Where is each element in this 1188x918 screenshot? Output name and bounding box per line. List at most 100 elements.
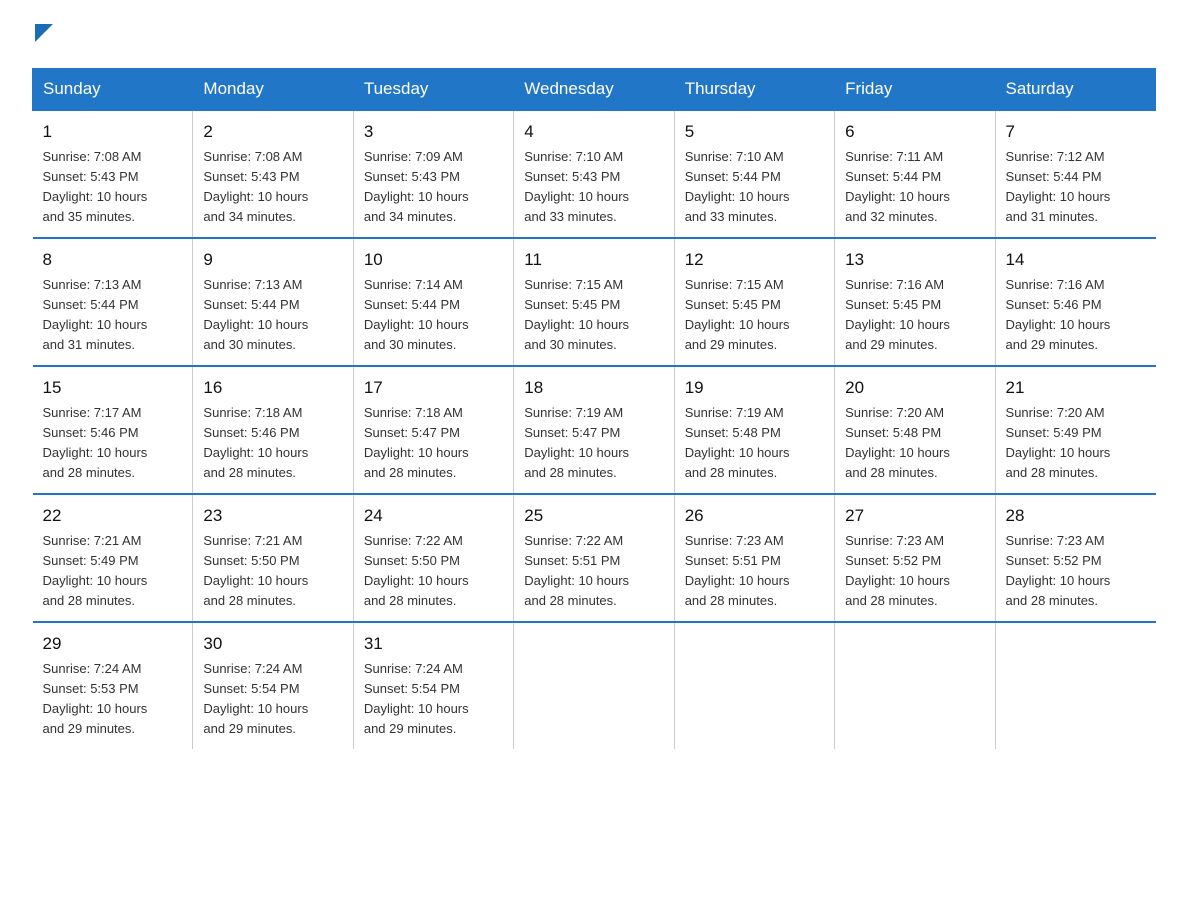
calendar-cell: 13Sunrise: 7:16 AMSunset: 5:45 PMDayligh… [835, 238, 995, 366]
day-info: Sunrise: 7:13 AMSunset: 5:44 PMDaylight:… [203, 275, 342, 356]
day-number: 25 [524, 503, 663, 529]
day-info: Sunrise: 7:11 AMSunset: 5:44 PMDaylight:… [845, 147, 984, 228]
header-thursday: Thursday [674, 69, 834, 111]
day-number: 13 [845, 247, 984, 273]
calendar-cell: 2Sunrise: 7:08 AMSunset: 5:43 PMDaylight… [193, 110, 353, 238]
day-info: Sunrise: 7:19 AMSunset: 5:47 PMDaylight:… [524, 403, 663, 484]
header-monday: Monday [193, 69, 353, 111]
calendar-cell: 24Sunrise: 7:22 AMSunset: 5:50 PMDayligh… [353, 494, 513, 622]
day-info: Sunrise: 7:23 AMSunset: 5:52 PMDaylight:… [845, 531, 984, 612]
day-info: Sunrise: 7:08 AMSunset: 5:43 PMDaylight:… [203, 147, 342, 228]
calendar-cell [514, 622, 674, 749]
calendar-cell: 17Sunrise: 7:18 AMSunset: 5:47 PMDayligh… [353, 366, 513, 494]
day-number: 26 [685, 503, 824, 529]
calendar-cell: 11Sunrise: 7:15 AMSunset: 5:45 PMDayligh… [514, 238, 674, 366]
header-tuesday: Tuesday [353, 69, 513, 111]
day-info: Sunrise: 7:24 AMSunset: 5:54 PMDaylight:… [203, 659, 342, 740]
day-info: Sunrise: 7:15 AMSunset: 5:45 PMDaylight:… [685, 275, 824, 356]
calendar-cell [835, 622, 995, 749]
day-info: Sunrise: 7:12 AMSunset: 5:44 PMDaylight:… [1006, 147, 1146, 228]
day-info: Sunrise: 7:24 AMSunset: 5:53 PMDaylight:… [43, 659, 183, 740]
header-wednesday: Wednesday [514, 69, 674, 111]
calendar-cell: 31Sunrise: 7:24 AMSunset: 5:54 PMDayligh… [353, 622, 513, 749]
header [32, 24, 1156, 48]
day-info: Sunrise: 7:17 AMSunset: 5:46 PMDaylight:… [43, 403, 183, 484]
day-info: Sunrise: 7:15 AMSunset: 5:45 PMDaylight:… [524, 275, 663, 356]
day-number: 17 [364, 375, 503, 401]
calendar-cell: 12Sunrise: 7:15 AMSunset: 5:45 PMDayligh… [674, 238, 834, 366]
day-info: Sunrise: 7:14 AMSunset: 5:44 PMDaylight:… [364, 275, 503, 356]
day-info: Sunrise: 7:13 AMSunset: 5:44 PMDaylight:… [43, 275, 183, 356]
week-row-1: 1Sunrise: 7:08 AMSunset: 5:43 PMDaylight… [33, 110, 1156, 238]
calendar-cell: 29Sunrise: 7:24 AMSunset: 5:53 PMDayligh… [33, 622, 193, 749]
day-number: 2 [203, 119, 342, 145]
calendar-table: SundayMondayTuesdayWednesdayThursdayFrid… [32, 68, 1156, 749]
calendar-cell: 8Sunrise: 7:13 AMSunset: 5:44 PMDaylight… [33, 238, 193, 366]
calendar-cell: 10Sunrise: 7:14 AMSunset: 5:44 PMDayligh… [353, 238, 513, 366]
day-info: Sunrise: 7:22 AMSunset: 5:51 PMDaylight:… [524, 531, 663, 612]
calendar-cell: 28Sunrise: 7:23 AMSunset: 5:52 PMDayligh… [995, 494, 1155, 622]
calendar-cell: 15Sunrise: 7:17 AMSunset: 5:46 PMDayligh… [33, 366, 193, 494]
day-number: 21 [1006, 375, 1146, 401]
day-number: 27 [845, 503, 984, 529]
day-number: 9 [203, 247, 342, 273]
day-number: 14 [1006, 247, 1146, 273]
day-info: Sunrise: 7:08 AMSunset: 5:43 PMDaylight:… [43, 147, 183, 228]
calendar-cell: 14Sunrise: 7:16 AMSunset: 5:46 PMDayligh… [995, 238, 1155, 366]
week-row-2: 8Sunrise: 7:13 AMSunset: 5:44 PMDaylight… [33, 238, 1156, 366]
day-number: 31 [364, 631, 503, 657]
day-number: 22 [43, 503, 183, 529]
day-info: Sunrise: 7:16 AMSunset: 5:45 PMDaylight:… [845, 275, 984, 356]
day-number: 15 [43, 375, 183, 401]
calendar-cell [674, 622, 834, 749]
day-number: 20 [845, 375, 984, 401]
day-number: 28 [1006, 503, 1146, 529]
calendar-header-row: SundayMondayTuesdayWednesdayThursdayFrid… [33, 69, 1156, 111]
calendar-cell: 7Sunrise: 7:12 AMSunset: 5:44 PMDaylight… [995, 110, 1155, 238]
day-number: 23 [203, 503, 342, 529]
day-number: 7 [1006, 119, 1146, 145]
calendar-cell: 30Sunrise: 7:24 AMSunset: 5:54 PMDayligh… [193, 622, 353, 749]
header-sunday: Sunday [33, 69, 193, 111]
day-number: 29 [43, 631, 183, 657]
day-info: Sunrise: 7:22 AMSunset: 5:50 PMDaylight:… [364, 531, 503, 612]
calendar-cell: 16Sunrise: 7:18 AMSunset: 5:46 PMDayligh… [193, 366, 353, 494]
calendar-cell: 23Sunrise: 7:21 AMSunset: 5:50 PMDayligh… [193, 494, 353, 622]
week-row-3: 15Sunrise: 7:17 AMSunset: 5:46 PMDayligh… [33, 366, 1156, 494]
day-info: Sunrise: 7:16 AMSunset: 5:46 PMDaylight:… [1006, 275, 1146, 356]
day-info: Sunrise: 7:21 AMSunset: 5:49 PMDaylight:… [43, 531, 183, 612]
day-info: Sunrise: 7:19 AMSunset: 5:48 PMDaylight:… [685, 403, 824, 484]
day-number: 5 [685, 119, 824, 145]
calendar-cell: 20Sunrise: 7:20 AMSunset: 5:48 PMDayligh… [835, 366, 995, 494]
day-info: Sunrise: 7:21 AMSunset: 5:50 PMDaylight:… [203, 531, 342, 612]
day-info: Sunrise: 7:24 AMSunset: 5:54 PMDaylight:… [364, 659, 503, 740]
logo-arrow-icon [35, 24, 53, 47]
calendar-cell: 19Sunrise: 7:19 AMSunset: 5:48 PMDayligh… [674, 366, 834, 494]
calendar-cell: 6Sunrise: 7:11 AMSunset: 5:44 PMDaylight… [835, 110, 995, 238]
calendar-cell: 4Sunrise: 7:10 AMSunset: 5:43 PMDaylight… [514, 110, 674, 238]
calendar-cell: 22Sunrise: 7:21 AMSunset: 5:49 PMDayligh… [33, 494, 193, 622]
week-row-4: 22Sunrise: 7:21 AMSunset: 5:49 PMDayligh… [33, 494, 1156, 622]
header-saturday: Saturday [995, 69, 1155, 111]
day-number: 1 [43, 119, 183, 145]
day-number: 8 [43, 247, 183, 273]
day-info: Sunrise: 7:18 AMSunset: 5:46 PMDaylight:… [203, 403, 342, 484]
calendar-cell: 1Sunrise: 7:08 AMSunset: 5:43 PMDaylight… [33, 110, 193, 238]
calendar-cell: 3Sunrise: 7:09 AMSunset: 5:43 PMDaylight… [353, 110, 513, 238]
day-number: 6 [845, 119, 984, 145]
day-number: 30 [203, 631, 342, 657]
calendar-cell [995, 622, 1155, 749]
day-number: 24 [364, 503, 503, 529]
day-number: 10 [364, 247, 503, 273]
calendar-cell: 5Sunrise: 7:10 AMSunset: 5:44 PMDaylight… [674, 110, 834, 238]
week-row-5: 29Sunrise: 7:24 AMSunset: 5:53 PMDayligh… [33, 622, 1156, 749]
calendar-cell: 27Sunrise: 7:23 AMSunset: 5:52 PMDayligh… [835, 494, 995, 622]
day-info: Sunrise: 7:20 AMSunset: 5:48 PMDaylight:… [845, 403, 984, 484]
day-info: Sunrise: 7:20 AMSunset: 5:49 PMDaylight:… [1006, 403, 1146, 484]
day-number: 16 [203, 375, 342, 401]
day-info: Sunrise: 7:10 AMSunset: 5:44 PMDaylight:… [685, 147, 824, 228]
calendar-cell: 18Sunrise: 7:19 AMSunset: 5:47 PMDayligh… [514, 366, 674, 494]
day-number: 12 [685, 247, 824, 273]
calendar-cell: 21Sunrise: 7:20 AMSunset: 5:49 PMDayligh… [995, 366, 1155, 494]
day-info: Sunrise: 7:23 AMSunset: 5:52 PMDaylight:… [1006, 531, 1146, 612]
